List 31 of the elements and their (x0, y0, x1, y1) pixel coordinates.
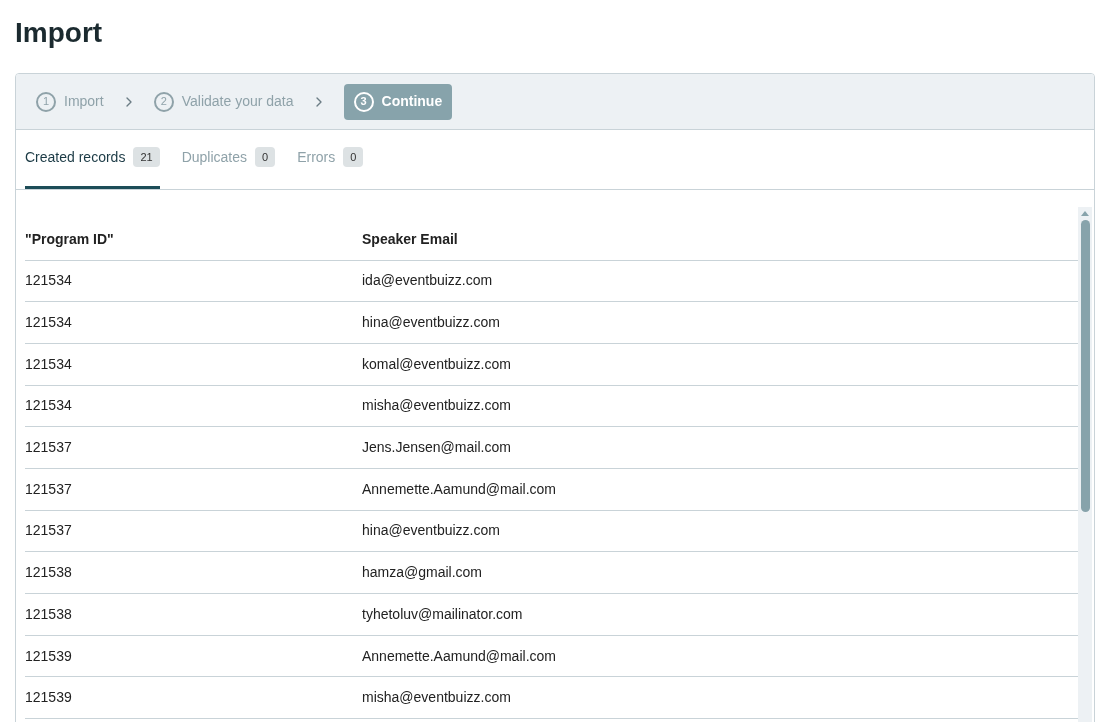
scrollbar[interactable] (1078, 207, 1092, 722)
table-cell: Jens.Jensen@mail.com (362, 426, 1078, 469)
table-cell: hina@eventbuizz.com (362, 301, 1078, 344)
table-cell: 121537 (25, 468, 362, 511)
table-cell: 121539 (25, 635, 362, 677)
table-cell: 121534 (25, 385, 362, 427)
table-cell: komal@eventbuizz.com (362, 343, 1078, 386)
table-cell: 121537 (25, 426, 362, 469)
scrollbar-thumb[interactable] (1080, 220, 1090, 512)
table-cell: tyhetoluv@mailinator.com (362, 593, 1078, 636)
table-cell: 121534 (25, 343, 362, 386)
table-cell: 121539 (25, 676, 362, 719)
table-cell: ida@eventbuizz.com (362, 260, 1078, 302)
table-cell: hamza@gmail.com (362, 551, 1078, 594)
tab[interactable]: Errors 0 (297, 130, 364, 189)
tab[interactable]: Duplicates 0 (181, 130, 276, 189)
table-cell: Annemette.Aamund@mail.com (362, 635, 1078, 677)
column-header: Speaker Email (362, 220, 1078, 260)
table-cell: 121537 (25, 510, 362, 552)
scroll-up-icon[interactable] (1081, 210, 1089, 216)
table-cell: 121538 (25, 551, 362, 594)
tab[interactable]: Created records 21 (25, 130, 160, 189)
table-cell: Annemette.Aamund@mail.com (362, 468, 1078, 511)
page-title: Import (15, 16, 104, 50)
table-cell: misha@eventbuizz.com (362, 676, 1078, 719)
table-cell: 121538 (25, 593, 362, 636)
column-header: "Program ID" (25, 220, 362, 260)
table-cell: 121534 (25, 301, 362, 344)
table-cell: 121534 (25, 260, 362, 302)
table-cell: misha@eventbuizz.com (362, 385, 1078, 427)
table-cell: hina@eventbuizz.com (362, 510, 1078, 552)
